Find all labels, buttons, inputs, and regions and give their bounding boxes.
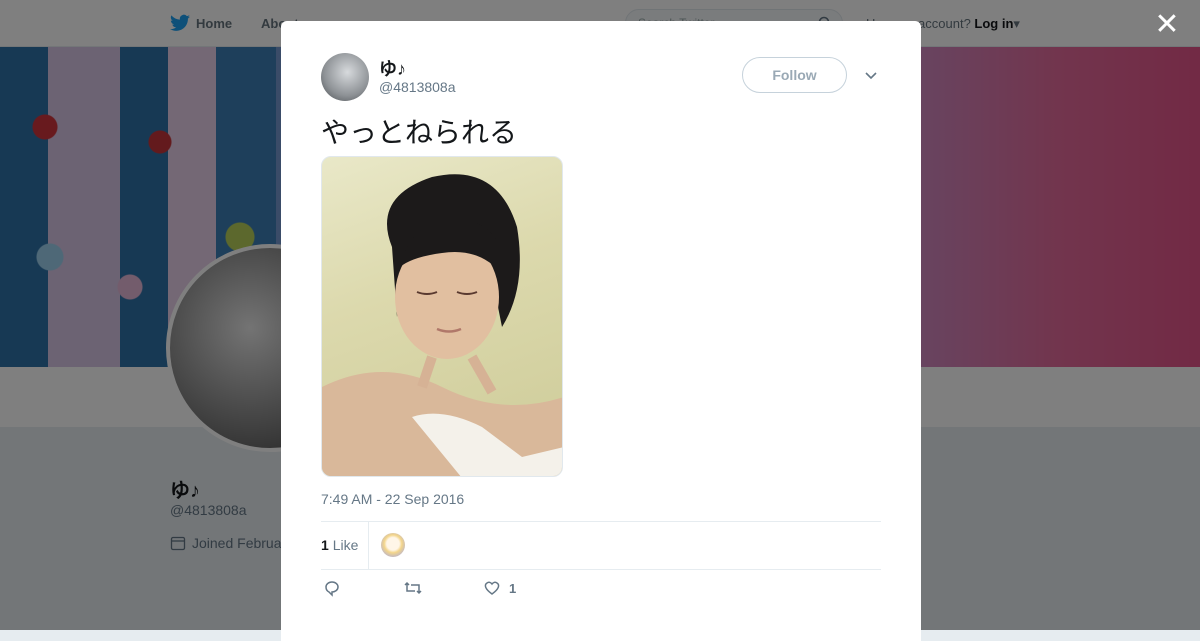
like-action-count: 1	[509, 580, 517, 596]
likes-row: 1 Like	[321, 521, 881, 570]
chevron-down-icon[interactable]	[864, 69, 878, 83]
tweet-text: やっとねられる	[321, 116, 518, 149]
liker-avatar[interactable]	[381, 533, 405, 557]
author-avatar[interactable]	[321, 53, 369, 101]
retweet-button[interactable]	[403, 579, 423, 597]
photo-illustration	[322, 174, 562, 476]
retweet-icon	[404, 581, 422, 595]
tweet-actions: 1	[321, 579, 881, 603]
tweet-timestamp[interactable]: 7:49 AM - 22 Sep 2016	[321, 491, 464, 507]
reply-button[interactable]	[323, 579, 341, 597]
likes-number: 1	[321, 537, 329, 553]
author-name[interactable]: ゆ♪	[379, 55, 406, 81]
author-handle[interactable]: @4813808a	[379, 79, 456, 95]
reply-icon	[325, 581, 339, 597]
close-icon[interactable]: ✕	[1154, 10, 1180, 40]
likes-label: Like	[332, 537, 359, 553]
heart-icon	[484, 581, 500, 595]
follow-button[interactable]: Follow	[742, 57, 847, 93]
tweet-modal: ゆ♪ @4813808a Follow やっとねられる 7:49 AM - 22…	[281, 21, 921, 641]
like-button[interactable]: 1	[483, 579, 516, 597]
likes-count[interactable]: 1 Like	[321, 537, 358, 553]
tweet-photo[interactable]	[321, 156, 563, 477]
likes-divider	[368, 522, 369, 569]
